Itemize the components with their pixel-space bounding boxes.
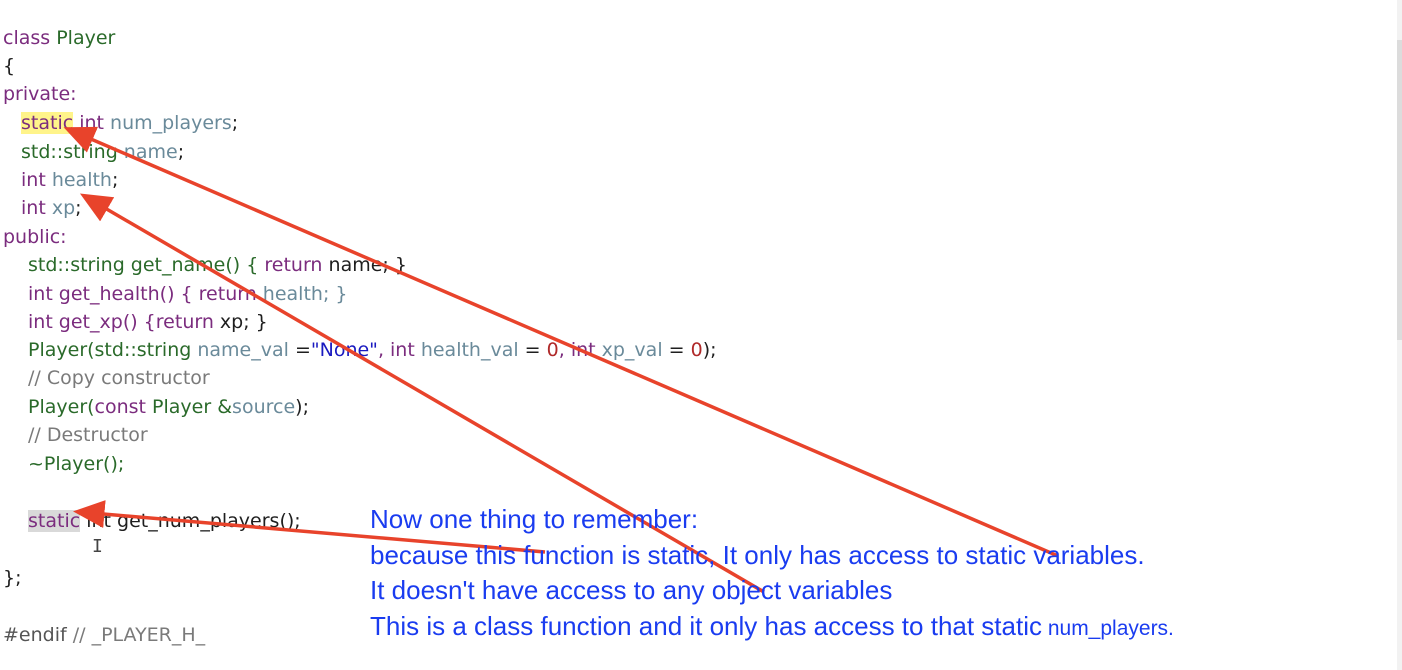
code-line-5: std::string name;	[21, 138, 184, 166]
keyword-return: return	[198, 283, 257, 305]
type-int: int	[21, 197, 46, 219]
code-line-20: };	[3, 564, 22, 592]
code-line-16: ~Player();	[28, 450, 124, 478]
var-name: name	[117, 141, 178, 163]
code-line-13: // Copy constructor	[28, 364, 210, 392]
code-line-2: {	[3, 52, 15, 80]
scrollbar-thumb[interactable]	[1397, 40, 1402, 340]
annotation-line-2: because this function is static, It only…	[370, 540, 1145, 570]
keyword-const: const	[94, 396, 147, 418]
return-expr: xp; }	[213, 311, 268, 333]
destructor: ~Player();	[28, 453, 125, 475]
method-get-health: int get_health() {	[28, 283, 199, 305]
string-literal-none: "None"	[310, 339, 378, 361]
code-line-12: Player(std::string name_val ="None", int…	[28, 336, 717, 364]
static-keyword-highlighted: static	[21, 112, 74, 134]
type-player-ref: Player &	[146, 396, 233, 418]
semicolon: ;	[177, 141, 185, 163]
annotation-line-3: It doesn't have access to any object var…	[370, 575, 893, 605]
number-literal: 0	[546, 339, 559, 361]
return-expr: health; }	[256, 283, 348, 305]
param-xp-val: xp_val	[601, 339, 663, 361]
param-source: source	[232, 396, 296, 418]
keyword-return: return	[264, 254, 323, 276]
method-get-xp: int get_xp() {	[28, 311, 156, 333]
annotation-line-4-var: num_players.	[1042, 617, 1174, 640]
type-int: , int	[377, 339, 421, 361]
return-expr: name; }	[322, 254, 407, 276]
annotation-line-1: Now one thing to remember:	[370, 504, 699, 534]
close-brace: };	[3, 567, 22, 589]
assign: =	[518, 339, 547, 361]
var-num-players: num_players	[103, 112, 232, 134]
code-line-22: #endif // _PLAYER_H_	[3, 621, 205, 649]
code-line-1: class Player	[3, 24, 115, 52]
code-line-18: static int get_num_players();	[28, 507, 301, 535]
number-literal: 0	[690, 339, 703, 361]
keyword-return: return	[155, 311, 214, 333]
code-line-14: Player(const Player &source);	[28, 393, 309, 421]
code-line-8: public:	[3, 223, 67, 251]
semicolon: ;	[75, 197, 82, 219]
class-name: Player	[50, 27, 116, 49]
keyword-class: class	[3, 27, 51, 49]
code-line-15: // Destructor	[28, 421, 148, 449]
annotation-line-4-main: This is a class function and it only has…	[370, 611, 1042, 641]
code-line-7: int xp;	[21, 194, 82, 222]
method-get-name: std::string get_name() {	[28, 254, 265, 276]
open-brace: {	[3, 55, 16, 77]
code-line-10: int get_health() { return health; }	[28, 280, 347, 308]
static-method-get-num-players: int get_num_players();	[80, 510, 301, 532]
close-paren: );	[295, 396, 309, 418]
var-health: health	[45, 169, 112, 191]
semicolon: ;	[111, 169, 119, 191]
vertical-scrollbar[interactable]	[1397, 0, 1402, 670]
access-public: public:	[3, 226, 67, 248]
code-line-6: int health;	[21, 166, 118, 194]
var-xp: xp	[45, 197, 76, 219]
semicolon: ;	[231, 112, 239, 134]
code-line-3: private:	[3, 80, 77, 108]
comment-copy-constructor: // Copy constructor	[28, 367, 210, 389]
param-name-val: name_val	[197, 339, 289, 361]
close-paren: );	[702, 339, 717, 361]
type-int: , int	[558, 339, 602, 361]
type-int: int	[73, 112, 104, 134]
static-keyword-selected: static	[28, 510, 81, 532]
annotation-line-4: This is a class function and it only has…	[370, 608, 1174, 647]
type-int: int	[21, 169, 46, 191]
param-health-val: health_val	[420, 339, 519, 361]
access-private: private:	[3, 83, 77, 105]
comment-destructor: // Destructor	[28, 424, 148, 446]
text-cursor-icon: I	[92, 536, 103, 557]
assign: =	[662, 339, 691, 361]
type-string: std::string	[21, 141, 118, 163]
code-line-4: static int num_players;	[21, 109, 238, 137]
constructor-signature: Player(std::string	[28, 339, 198, 361]
preprocessor-endif: #endif	[3, 624, 67, 646]
copy-constructor: Player(	[28, 396, 95, 418]
code-line-11: int get_xp() {return xp; }	[28, 308, 268, 336]
assign: =	[288, 339, 311, 361]
code-line-9: std::string get_name() { return name; }	[28, 251, 407, 279]
comment-include-guard: // _PLAYER_H_	[66, 624, 206, 646]
